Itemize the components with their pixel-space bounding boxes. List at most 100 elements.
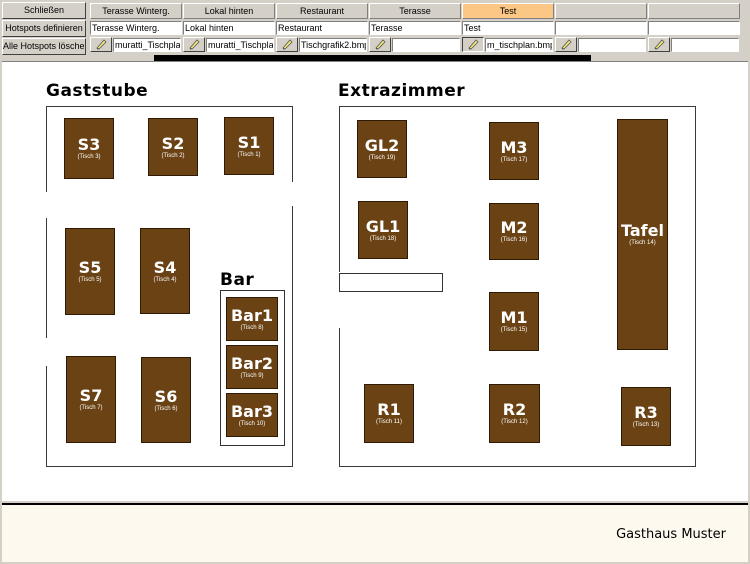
browse-file-button[interactable] bbox=[183, 37, 205, 52]
room-title-gaststube: Gaststube bbox=[46, 81, 149, 101]
table-r1[interactable]: R1 (Tisch 11) bbox=[364, 384, 414, 443]
pencil-icon bbox=[375, 39, 386, 50]
room-divider bbox=[339, 273, 443, 292]
table-m1[interactable]: M1 (Tisch 15) bbox=[489, 292, 539, 351]
table-gl2[interactable]: GL2 (Tisch 19) bbox=[357, 120, 407, 178]
plan-name-field[interactable]: Terasse bbox=[369, 21, 461, 35]
table-name: S4 bbox=[153, 257, 177, 277]
table-name: Bar1 bbox=[230, 305, 273, 325]
table-s2[interactable]: S2 (Tisch 2) bbox=[148, 118, 198, 176]
table-bar3[interactable]: Bar3 (Tisch 10) bbox=[226, 393, 278, 437]
table-number: (Tisch 11) bbox=[375, 419, 402, 425]
table-name: M3 bbox=[500, 137, 528, 157]
table-number: (Tisch 7) bbox=[79, 405, 103, 411]
pencil-icon bbox=[561, 39, 572, 50]
plan-file-field[interactable]: Tischgrafik2.bmp bbox=[299, 38, 367, 52]
table-number: (Tisch 19) bbox=[368, 154, 396, 161]
table-number: (Tisch 18) bbox=[369, 235, 397, 242]
tab-terasse-winterg[interactable]: Terasse Winterg. bbox=[90, 3, 182, 19]
table-name: Bar3 bbox=[230, 401, 273, 421]
table-name: GL2 bbox=[364, 135, 400, 155]
table-m3[interactable]: M3 (Tisch 17) bbox=[489, 122, 539, 180]
browse-file-button[interactable] bbox=[90, 37, 112, 52]
table-name: S5 bbox=[78, 258, 102, 277]
pencil-icon bbox=[654, 39, 665, 50]
room-title-bar: Bar bbox=[220, 270, 255, 290]
table-number: (Tisch 1) bbox=[237, 151, 261, 158]
table-s6[interactable]: S6 (Tisch 6) bbox=[141, 357, 191, 443]
browse-file-button[interactable] bbox=[462, 37, 484, 52]
tab-test[interactable]: Test bbox=[462, 3, 554, 19]
table-name: Tafel bbox=[621, 221, 664, 240]
wall bbox=[46, 466, 293, 467]
plan-name-field[interactable]: Restaurant bbox=[276, 21, 368, 35]
table-s7[interactable]: S7 (Tisch 7) bbox=[66, 356, 116, 443]
wall bbox=[695, 106, 696, 467]
plan-file-field[interactable] bbox=[578, 38, 646, 52]
define-hotspots-button[interactable]: Hotspots definieren bbox=[2, 20, 86, 37]
floor-plan-canvas: Gaststube Extrazimmer Bar S3 (Tisch 3) S… bbox=[2, 61, 748, 501]
table-name: S2 bbox=[161, 133, 185, 153]
wall bbox=[339, 466, 696, 467]
wall bbox=[46, 106, 293, 107]
table-name: S7 bbox=[79, 386, 103, 405]
table-m2[interactable]: M2 (Tisch 16) bbox=[489, 203, 539, 260]
table-r2[interactable]: R2 (Tisch 12) bbox=[489, 384, 540, 443]
pencil-icon bbox=[189, 39, 200, 50]
pencil-icon bbox=[282, 39, 293, 50]
wall bbox=[292, 106, 293, 182]
browse-file-button[interactable] bbox=[276, 37, 298, 52]
table-name: R1 bbox=[377, 400, 401, 419]
table-number: (Tisch 12) bbox=[501, 419, 528, 425]
close-button[interactable]: Schließen bbox=[2, 2, 86, 19]
table-s1[interactable]: S1 (Tisch 1) bbox=[224, 117, 274, 175]
wall bbox=[46, 366, 47, 467]
tab-empty[interactable] bbox=[648, 3, 740, 19]
table-name: GL1 bbox=[365, 216, 401, 236]
pencil-icon bbox=[96, 39, 107, 50]
plan-name-field[interactable]: Test bbox=[462, 21, 554, 35]
browse-file-button[interactable] bbox=[555, 37, 577, 52]
tab-restaurant[interactable]: Restaurant bbox=[276, 3, 368, 19]
toolbar: Schließen Hotspots definieren Alle Hotsp… bbox=[0, 0, 750, 58]
table-number: (Tisch 8) bbox=[240, 324, 264, 331]
pencil-icon bbox=[468, 39, 479, 50]
plan-file-field[interactable] bbox=[392, 38, 460, 52]
table-s3[interactable]: S3 (Tisch 3) bbox=[64, 118, 114, 179]
plan-file-field[interactable] bbox=[671, 38, 739, 52]
table-number: (Tisch 10) bbox=[238, 420, 266, 427]
table-gl1[interactable]: GL1 (Tisch 18) bbox=[358, 201, 408, 259]
plan-file-field[interactable]: muratti_Tischplan_ bbox=[113, 38, 181, 52]
table-name: M1 bbox=[500, 308, 528, 327]
plan-name-field[interactable]: Terasse Winterg. bbox=[90, 21, 182, 35]
table-tafel[interactable]: Tafel (Tisch 14) bbox=[617, 119, 668, 350]
plan-file-field[interactable]: muratti_Tischplan_ bbox=[206, 38, 274, 52]
wall bbox=[339, 106, 696, 107]
plan-name-field[interactable] bbox=[555, 21, 647, 35]
table-number: (Tisch 14) bbox=[629, 240, 656, 246]
table-number: (Tisch 13) bbox=[632, 422, 660, 428]
delete-all-hotspots-button[interactable]: Alle Hotspots löschen bbox=[2, 38, 86, 55]
table-name: S1 bbox=[237, 132, 261, 152]
table-number: (Tisch 17) bbox=[500, 156, 528, 163]
table-r3[interactable]: R3 (Tisch 13) bbox=[621, 387, 671, 446]
table-s5[interactable]: S5 (Tisch 5) bbox=[65, 228, 115, 315]
footer: Gasthaus Muster bbox=[2, 503, 748, 562]
wall bbox=[339, 106, 340, 272]
table-bar1[interactable]: Bar1 (Tisch 8) bbox=[226, 297, 278, 341]
table-number: (Tisch 2) bbox=[161, 152, 185, 159]
tab-lokal-hinten[interactable]: Lokal hinten bbox=[183, 3, 275, 19]
tab-empty[interactable] bbox=[555, 3, 647, 19]
plan-name-field[interactable] bbox=[648, 21, 740, 35]
table-name: Bar2 bbox=[230, 353, 273, 373]
table-name: S3 bbox=[77, 135, 101, 154]
wall bbox=[292, 206, 293, 467]
plan-name-field[interactable]: Lokal hinten bbox=[183, 21, 275, 35]
table-bar2[interactable]: Bar2 (Tisch 9) bbox=[226, 345, 278, 389]
browse-file-button[interactable] bbox=[369, 37, 391, 52]
restaurant-name: Gasthaus Muster bbox=[616, 527, 726, 542]
plan-file-field[interactable]: m_tischplan.bmp bbox=[485, 38, 553, 52]
browse-file-button[interactable] bbox=[648, 37, 670, 52]
tab-terasse[interactable]: Terasse bbox=[369, 3, 461, 19]
table-s4[interactable]: S4 (Tisch 4) bbox=[140, 228, 190, 314]
